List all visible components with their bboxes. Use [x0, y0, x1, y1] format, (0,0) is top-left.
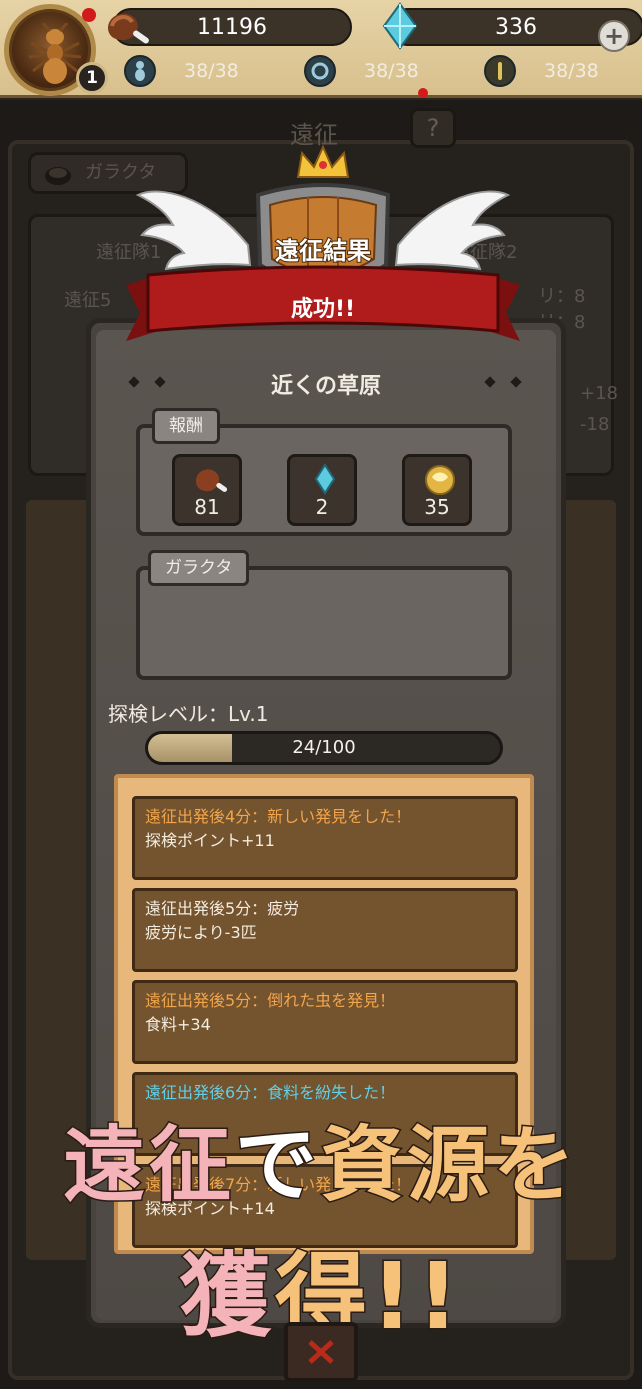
- crown-icon: [296, 144, 350, 178]
- reward-food: 81: [172, 454, 242, 526]
- notification-dot: [82, 8, 96, 22]
- ant-worker-icon: [124, 55, 156, 87]
- result-banner: 遠征結果 成功!!: [118, 135, 528, 345]
- rewards-label: 報酬: [152, 408, 220, 444]
- stat-scout-value: 38/38: [544, 60, 599, 82]
- stat-scout: 38/38: [484, 55, 599, 87]
- log-entry: 遠征出発後5分：倒れた虫を発見！ 食料+34: [132, 980, 518, 1064]
- promo-line-1: 遠征で資源を: [0, 1098, 642, 1217]
- log-entry: 遠征出発後4分：新しい発見をした！ 探検ポイント+11: [132, 796, 518, 880]
- promo-particle: で: [233, 1117, 321, 1215]
- meat-icon: [108, 13, 149, 44]
- log-entry-title: 遠征出発後5分：疲労: [145, 899, 300, 918]
- junk-label: ガラクタ: [148, 550, 250, 586]
- promo-word-expedition: 遠征: [61, 1117, 235, 1215]
- reward-gem: 2: [287, 454, 357, 526]
- exploration-level-label: 探検レベル：Lv.1: [108, 702, 269, 726]
- log-entry-detail: 食料+34: [145, 1015, 211, 1034]
- ant-queen-icon: [28, 23, 82, 84]
- gem-icon: [314, 463, 336, 495]
- resource-bar: 1 11196 336 + 38/38 38/38 38/38: [0, 0, 642, 98]
- ant-soldier-icon: [304, 55, 336, 87]
- exploration-progress-text: 24/100: [292, 737, 356, 758]
- food-value: 11196: [197, 14, 267, 40]
- stat-worker-value: 38/38: [184, 60, 239, 82]
- reward-honey-value: 35: [424, 495, 450, 519]
- promo-word-resources: 資源を: [319, 1117, 580, 1215]
- ant-scout-icon: [484, 55, 516, 87]
- reward-food-value: 81: [194, 495, 220, 519]
- log-entry-detail: 探検ポイント+11: [145, 831, 275, 850]
- notification-dot-2: [418, 88, 428, 98]
- log-entry-title: 遠征出発後5分：倒れた虫を発見！: [145, 991, 396, 1010]
- plus-icon: +: [603, 22, 625, 50]
- shield-title: 遠征結果: [274, 236, 372, 266]
- reward-gem-value: 2: [315, 495, 329, 519]
- gem-value: 336: [495, 14, 537, 40]
- result-ribbon-text: 成功!!: [290, 297, 356, 322]
- exploration-progress-bar: 24/100: [145, 731, 503, 765]
- location-title: 近くの草原: [270, 374, 381, 399]
- promo-word-acquire-1: 獲: [178, 1242, 276, 1352]
- close-dialog-button[interactable]: [284, 1322, 358, 1382]
- log-entry-detail: 疲労により-3匹: [145, 923, 257, 942]
- log-entry: 遠征出発後5分：疲労 疲労により-3匹: [132, 888, 518, 972]
- honey-icon: [425, 465, 455, 495]
- add-gems-button[interactable]: +: [598, 20, 630, 52]
- gem-icon: [382, 2, 418, 50]
- log-entry-title: 遠征出発後4分：新しい発見をした！: [145, 807, 412, 826]
- player-level-badge: 1: [76, 62, 108, 94]
- meat-icon: [196, 469, 228, 492]
- stat-worker: 38/38: [124, 55, 239, 87]
- close-icon: [308, 1340, 334, 1364]
- reward-honey: 35: [402, 454, 472, 526]
- stat-soldier-value: 38/38: [364, 60, 419, 82]
- stat-soldier: 38/38: [304, 55, 419, 87]
